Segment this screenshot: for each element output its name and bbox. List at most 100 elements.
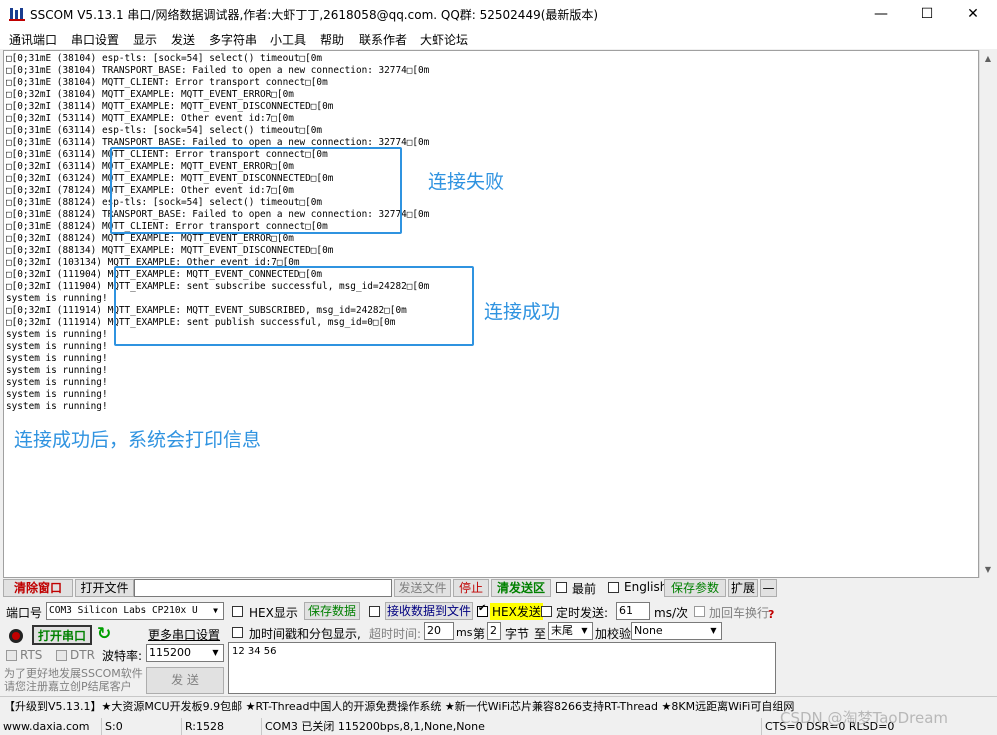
check-icon: ✔ — [478, 603, 487, 614]
window-title: SSCOM V5.13.1 串口/网络数据调试器,作者:大虾丁丁,2618058… — [30, 8, 599, 22]
timestamp-label: 加时间戳和分包显示, — [249, 627, 361, 641]
menu-send[interactable]: 发送 — [171, 31, 195, 48]
chevron-down-icon: ▼ — [212, 648, 219, 657]
dtr-checkbox[interactable] — [56, 650, 67, 661]
log-line: □[0;32mI (38104) MQTT_EXAMPLE: MQTT_EVEN… — [6, 89, 294, 100]
timeout-input[interactable]: 20 — [424, 622, 454, 640]
refresh-icon[interactable]: ↻ — [97, 625, 115, 643]
log-line: □[0;31mE (38104) TRANSPORT_BASE: Failed … — [6, 65, 430, 76]
status-port-info: COM3 已关闭 115200bps,8,1,None,None — [262, 718, 762, 735]
log-line: □[0;32mI (88124) MQTT_EXAMPLE: MQTT_EVEN… — [6, 233, 294, 244]
log-line: □[0;31mE (38104) MQTT_CLIENT: Error tran… — [6, 77, 328, 88]
timeout-unit-label: ms — [456, 626, 473, 639]
checksum-select-value: None — [634, 624, 663, 637]
annotation-note: 连接成功后，系统会打印信息 — [14, 429, 262, 451]
status-received: R:1528 — [182, 718, 262, 735]
more-settings-link[interactable]: 更多串口设置 — [148, 626, 220, 643]
port-select[interactable]: COM3 Silicon Labs CP210x U ▼ — [46, 602, 224, 620]
log-line: system is running! — [6, 365, 108, 376]
log-line: □[0;32mI (53114) MQTT_EXAMPLE: Other eve… — [6, 113, 294, 124]
file-path-input[interactable] — [134, 579, 392, 597]
checksum-select[interactable]: None ▼ — [631, 622, 722, 640]
menu-contact[interactable]: 联系作者 — [359, 31, 407, 48]
title-bar: SSCOM V5.13.1 串口/网络数据调试器,作者:大虾丁丁,2618058… — [0, 0, 997, 28]
hex-display-checkbox[interactable] — [232, 606, 243, 617]
hex-send-label: HEX发送 — [490, 603, 543, 620]
scroll-down-icon[interactable]: ▼ — [980, 561, 996, 578]
log-line: system is running! — [6, 377, 108, 388]
checksum-label: 加校验 — [595, 627, 632, 641]
scroll-up-icon[interactable]: ▲ — [980, 50, 996, 67]
timed-send-checkbox[interactable] — [541, 606, 552, 617]
minimize-button[interactable]: — — [858, 0, 904, 28]
dtr-label: DTR — [70, 648, 95, 662]
add-crlf-label: 加回车换行 — [709, 606, 770, 620]
open-file-button[interactable]: 打开文件 — [75, 579, 134, 597]
byte-index-input[interactable]: 2 — [487, 622, 501, 640]
recv-to-file-button[interactable]: 接收数据到文件 — [385, 602, 473, 620]
watermark: CSDN @淘梦TaoDream — [780, 709, 949, 727]
status-website[interactable]: www.daxia.com — [0, 718, 102, 735]
rts-label: RTS — [20, 648, 43, 662]
log-line: □[0;31mE (63114) esp-tls: [sock=54] sele… — [6, 125, 323, 136]
close-button[interactable]: ✕ — [950, 0, 996, 28]
top-most-checkbox[interactable] — [556, 582, 567, 593]
log-line: system is running! — [6, 401, 108, 412]
end-select[interactable]: 末尾 ▼ — [548, 622, 593, 640]
collapse-button[interactable]: — — [760, 579, 777, 597]
timestamp-checkbox[interactable] — [232, 627, 243, 638]
menu-multi-string[interactable]: 多字符串 — [209, 31, 257, 48]
menu-tools[interactable]: 小工具 — [270, 31, 306, 48]
menu-display[interactable]: 显示 — [133, 31, 157, 48]
port-label: 端口号 — [6, 606, 43, 620]
timed-unit-label: ms/次 — [654, 606, 688, 620]
chevron-down-icon: ▼ — [581, 626, 588, 635]
maximize-button[interactable]: ☐ — [904, 0, 950, 28]
log-scrollbar[interactable]: ▲ ▼ — [979, 50, 996, 578]
rts-checkbox[interactable] — [6, 650, 17, 661]
send-button[interactable]: 发 送 — [146, 667, 224, 694]
english-checkbox[interactable] — [608, 582, 619, 593]
save-params-button[interactable]: 保存参数 — [664, 579, 726, 597]
english-label: English — [624, 580, 668, 594]
add-crlf-checkbox[interactable] — [694, 606, 705, 617]
chevron-down-icon: ▼ — [710, 626, 717, 635]
menu-forum[interactable]: 大虾论坛 — [420, 31, 468, 48]
send-file-button[interactable]: 发送文件 — [394, 579, 451, 597]
annotation-fail: 连接失败 — [428, 171, 505, 193]
menu-help[interactable]: 帮助 — [320, 31, 344, 48]
log-line: □[0;32mI (38114) MQTT_EXAMPLE: MQTT_EVEN… — [6, 101, 334, 112]
menu-comm-port[interactable]: 通讯端口 — [9, 31, 57, 48]
timed-interval-input[interactable]: 61 — [616, 602, 650, 620]
stop-button[interactable]: 停止 — [453, 579, 489, 597]
help-icon[interactable]: ? — [768, 608, 774, 621]
expand-button[interactable]: 扩展 — [728, 579, 758, 597]
open-port-button[interactable]: 打开串口 — [32, 625, 92, 645]
log-line: system is running! — [6, 353, 108, 364]
save-data-button[interactable]: 保存数据 — [304, 602, 360, 620]
end-select-value: 末尾 — [551, 624, 573, 637]
port-select-value: COM3 Silicon Labs CP210x U — [49, 605, 198, 616]
annotation-success: 连接成功 — [484, 301, 561, 323]
hex-send-checkbox[interactable]: ✔ — [477, 603, 488, 617]
send-textarea[interactable]: 12 34 56 — [228, 642, 776, 694]
recv-to-file-checkbox[interactable] — [369, 606, 380, 617]
clear-send-button[interactable]: 清发送区 — [491, 579, 551, 597]
promo-text: 为了更好地发展SSCOM软件 请您注册嘉立创P结尾客户 — [4, 667, 143, 693]
port-status-icon — [9, 629, 23, 643]
top-most-label: 最前 — [572, 582, 597, 596]
baud-select-value: 115200 — [149, 646, 191, 659]
log-line: □[0;31mE (38104) esp-tls: [sock=54] sele… — [6, 53, 323, 64]
to-label: 至 — [534, 627, 547, 641]
success-highlight-box — [114, 266, 474, 346]
app-icon — [9, 8, 25, 21]
baud-select[interactable]: 115200 ▼ — [146, 644, 224, 662]
byte-prefix-label: 第 — [473, 627, 486, 641]
status-sent: S:0 — [102, 718, 182, 735]
byte-label: 字节 — [505, 627, 530, 641]
menu-port-settings[interactable]: 串口设置 — [71, 31, 119, 48]
menu-bar: 通讯端口 串口设置 显示 发送 多字符串 小工具 帮助 联系作者 大虾论坛 — [0, 28, 997, 49]
timeout-label: 超时时间: — [369, 627, 422, 641]
receive-log[interactable]: □[0;31mE (38104) esp-tls: [sock=54] sele… — [3, 50, 979, 578]
clear-window-button[interactable]: 清除窗口 — [3, 579, 73, 597]
